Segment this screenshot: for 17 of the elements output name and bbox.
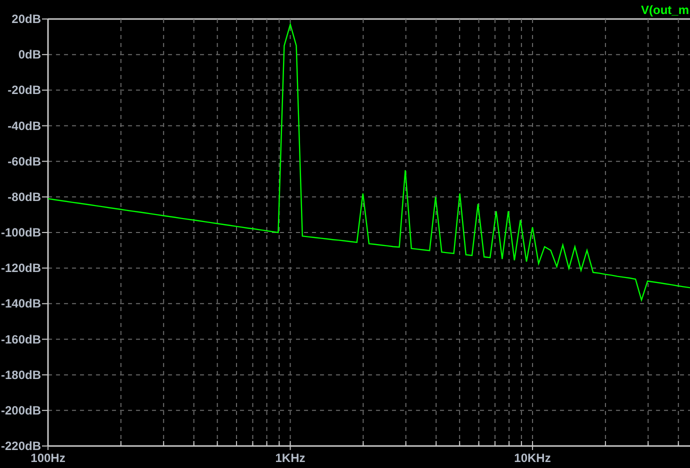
y-tick-label: -80dB bbox=[8, 190, 41, 204]
y-tick-label: -60dB bbox=[8, 154, 41, 168]
y-tick-label: -40dB bbox=[8, 118, 41, 133]
y-tick-label: 0dB bbox=[18, 48, 41, 62]
y-tick-label: -120dB bbox=[0, 261, 41, 276]
y-tick-label: 20dB bbox=[12, 12, 41, 26]
y-tick-label: -140dB bbox=[0, 296, 41, 311]
y-tick-label: -220dB bbox=[0, 439, 41, 453]
y-tick-label: -160dB bbox=[0, 332, 41, 346]
x-tick-label: 100Hz bbox=[30, 451, 66, 465]
x-tick-label: 1KHz bbox=[275, 451, 306, 465]
y-tick-label: -100dB bbox=[0, 226, 41, 240]
y-tick-label: -20dB bbox=[8, 83, 41, 98]
y-tick-label: -180dB bbox=[0, 368, 41, 382]
legend-label: V(out_m bbox=[641, 3, 689, 17]
x-tick-label: 10KHz bbox=[514, 451, 551, 465]
y-tick-label: -200dB bbox=[0, 403, 41, 418]
